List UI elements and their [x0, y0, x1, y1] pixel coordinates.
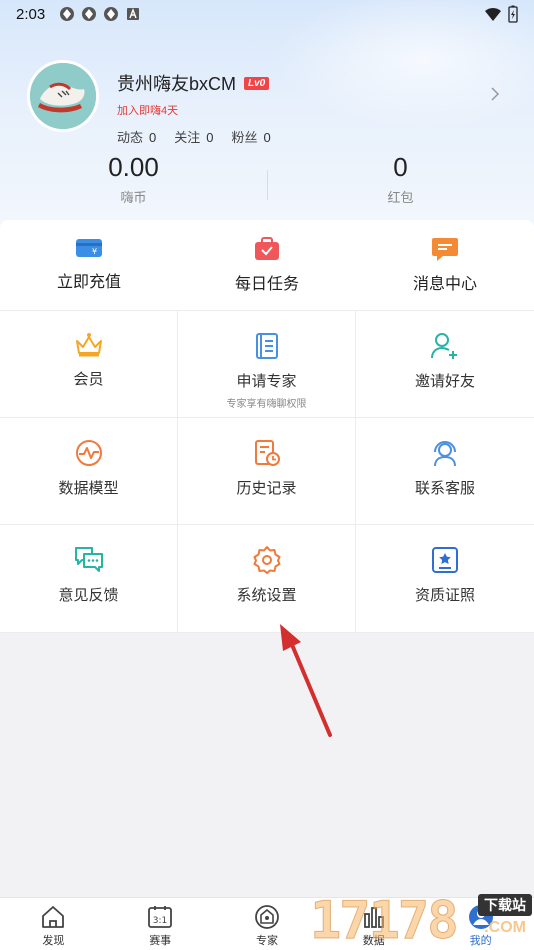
profile-stats: 动态 0 关注 0 粉丝 0 [117, 127, 271, 146]
apply-expert-item[interactable]: 申请专家 专家享有嗨聊权限 [178, 311, 356, 418]
status-time: 2:03 [16, 5, 46, 23]
data-model-item[interactable]: 数据模型 [0, 418, 178, 525]
gear-icon [253, 546, 280, 574]
invite-friends-item[interactable]: 邀请好友 [356, 311, 534, 418]
stat-posts[interactable]: 动态 0 [117, 127, 156, 146]
customer-service-item[interactable]: 联系客服 [356, 418, 534, 525]
level-badge: Lv0 [244, 76, 270, 90]
wallet-summary: 0.00 嗨币 0 红包 [0, 152, 534, 212]
watermark-tag: 下载站 [478, 894, 532, 916]
crown-icon [75, 333, 102, 357]
stat-following[interactable]: 关注 0 [174, 127, 213, 146]
chevron-right-icon[interactable] [487, 86, 503, 102]
app-notification-icon [82, 7, 97, 21]
daily-tasks-button[interactable]: 每日任务 [178, 220, 356, 310]
history-item[interactable]: 历史记录 [178, 418, 356, 525]
wallet-card-icon: ¥ [76, 239, 102, 257]
site-watermark: 17178 下载站 .COM [310, 885, 534, 950]
certificate-icon [432, 547, 458, 573]
app-notification-icon [104, 7, 119, 21]
avatar[interactable] [27, 60, 99, 132]
keyboard-icon [127, 8, 140, 20]
system-settings-item[interactable]: 系统设置 [178, 525, 356, 633]
membership-item[interactable]: 会员 [0, 311, 178, 418]
watermark-digits: 17178 [310, 891, 460, 950]
document-icon [255, 333, 278, 359]
app-notification-icon [60, 7, 75, 21]
quick-actions: ¥ 立即充值 每日任务 消息中心 [0, 220, 534, 310]
scoreboard-icon: 3:1 [148, 906, 173, 928]
menu-grid: 会员 申请专家 专家享有嗨聊权限 邀请好友 数据模型 历史记录 联系客服 意见反… [0, 310, 534, 633]
watermark-suffix: .COM [484, 919, 526, 936]
message-icon [432, 238, 458, 261]
wifi-icon [485, 8, 501, 21]
expert-privilege-note: 专家享有嗨聊权限 [226, 399, 307, 410]
sneaker-avatar-icon [30, 63, 96, 129]
battery-icon [508, 5, 518, 23]
feedback-item[interactable]: 意见反馈 [0, 525, 178, 633]
svg-text:¥: ¥ [92, 247, 97, 256]
coins-balance[interactable]: 0.00 嗨币 [0, 152, 267, 206]
tab-matches[interactable]: 3:1 赛事 [107, 898, 214, 950]
history-icon [254, 440, 280, 466]
username: 贵州嗨友bxCM [117, 74, 237, 94]
red-packet-balance[interactable]: 0 红包 [267, 152, 534, 206]
status-bar: 2:03 [0, 0, 534, 28]
task-bag-icon [255, 237, 279, 260]
expert-icon [255, 905, 279, 929]
add-user-icon [431, 333, 457, 359]
support-icon [434, 441, 456, 467]
recharge-button[interactable]: ¥ 立即充值 [0, 220, 178, 310]
tab-discover[interactable]: 发现 [0, 898, 107, 950]
message-center-button[interactable]: 消息中心 [356, 220, 534, 310]
profile-card[interactable]: 贵州嗨友bxCM Lv0 加入即嗨4天 动态 0 关注 0 粉丝 0 [27, 60, 507, 150]
tab-experts[interactable]: 专家 [214, 898, 321, 950]
stat-followers[interactable]: 粉丝 0 [232, 127, 271, 146]
join-days-text: 加入即嗨4天 [117, 105, 179, 117]
home-icon [42, 906, 65, 928]
certificates-item[interactable]: 资质证照 [356, 525, 534, 633]
svg-text:3:1: 3:1 [153, 916, 167, 926]
pulse-icon [75, 440, 102, 466]
feedback-icon [74, 547, 103, 572]
